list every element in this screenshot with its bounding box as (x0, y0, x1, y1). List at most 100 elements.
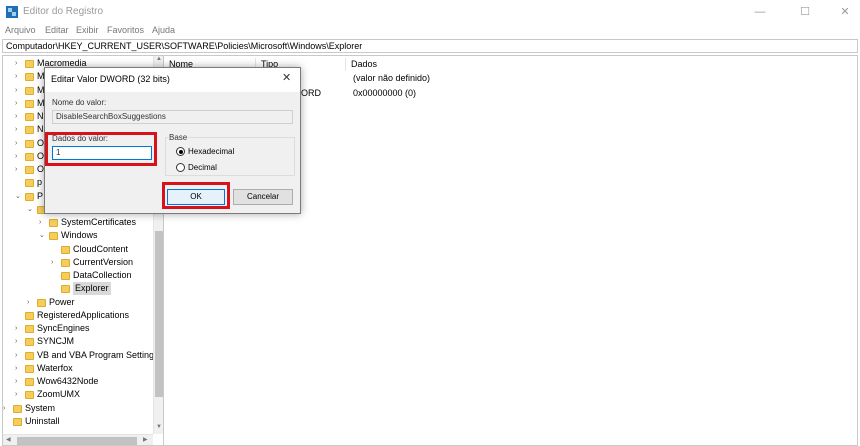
tree-node-label: CurrentVersion (73, 256, 134, 267)
close-window-button[interactable]: ✕ (825, 0, 860, 24)
folder-icon (25, 166, 34, 174)
tree-node-label: O (37, 137, 45, 148)
chevron-right-icon[interactable]: › (15, 335, 23, 348)
chevron-right-icon[interactable]: › (27, 296, 35, 309)
folder-icon (25, 73, 34, 82)
tree-node[interactable]: CloudContent (3, 243, 153, 256)
dialog-body: Nome do valor: DisableSearchBoxSuggestio… (45, 92, 300, 213)
tree-node[interactable]: › SYNCJM (3, 335, 153, 348)
menu-bar: Arquivo Editar Exibir Favoritos Ajuda (0, 24, 860, 38)
tree-node[interactable]: RegisteredApplications (3, 309, 153, 322)
menu-exibir[interactable]: Exibir (76, 25, 99, 35)
chevron-right-icon[interactable]: › (51, 256, 59, 269)
menu-arquivo[interactable]: Arquivo (5, 25, 36, 35)
tree-node[interactable]: ⌄ Windows (3, 229, 153, 242)
chevron-right-icon[interactable] (51, 243, 59, 256)
chevron-right-icon[interactable]: › (15, 97, 23, 110)
tree-node[interactable]: Uninstall (3, 415, 153, 428)
chevron-right-icon[interactable] (15, 309, 23, 322)
chevron-right-icon[interactable]: › (15, 110, 23, 123)
radio-checked-icon[interactable] (176, 147, 185, 156)
folder-icon (25, 113, 34, 121)
menu-favoritos[interactable]: Favoritos (107, 25, 144, 35)
tree-node-label: SYNCJM (37, 336, 75, 347)
folder-icon (49, 219, 58, 227)
tree-node[interactable]: › VB and VBA Program Settings (3, 349, 159, 362)
folder-icon (13, 404, 22, 413)
chevron-down-icon[interactable]: ⌄ (27, 203, 35, 216)
ok-button[interactable]: OK (167, 189, 225, 205)
value-data-field[interactable]: 1 (52, 146, 152, 160)
chevron-right-icon[interactable]: › (15, 388, 23, 401)
folder-icon (25, 391, 34, 400)
hexadecimal-label: Hexadecimal (188, 147, 235, 156)
chevron-right-icon[interactable]: › (15, 375, 23, 388)
value-name-field[interactable]: DisableSearchBoxSuggestions (52, 110, 293, 124)
folder-icon (61, 245, 70, 254)
folder-icon (25, 325, 34, 333)
chevron-right-icon[interactable]: › (15, 137, 23, 150)
chevron-right-icon[interactable]: › (15, 349, 23, 362)
tree-node-label: ZoomUMX (37, 389, 81, 400)
chevron-right-icon[interactable]: › (15, 70, 23, 83)
cancel-button[interactable]: Cancelar (233, 189, 293, 205)
tree-node[interactable]: › ZoomUMX (3, 388, 153, 401)
menu-editar[interactable]: Editar (45, 25, 69, 35)
chevron-right-icon[interactable]: › (15, 322, 23, 335)
menu-ajuda[interactable]: Ajuda (152, 25, 175, 35)
scroll-up-arrow-icon[interactable]: ▲ (154, 56, 163, 66)
tree-node-label: Windows (61, 230, 98, 241)
tree-vertical-scroll-thumb[interactable] (155, 231, 163, 397)
chevron-right-icon[interactable]: › (39, 216, 47, 229)
tree-node[interactable]: › Waterfox (3, 362, 153, 375)
tree-node[interactable]: › Wow6432Node (3, 375, 153, 388)
chevron-right-icon[interactable]: › (15, 362, 23, 375)
tree-node[interactable]: › Power (3, 296, 153, 309)
chevron-right-icon[interactable]: › (3, 402, 11, 415)
folder-icon (25, 192, 34, 201)
chevron-right-icon[interactable] (3, 415, 11, 428)
chevron-right-icon[interactable]: › (15, 150, 23, 163)
scroll-left-arrow-icon[interactable]: ◀ (6, 436, 11, 443)
folder-icon (13, 417, 22, 426)
scroll-down-arrow-icon[interactable]: ▼ (154, 424, 163, 434)
value-type-cell: ORD (301, 88, 321, 98)
maximize-button[interactable]: ☐ (785, 0, 825, 24)
tree-node-label: CloudContent (73, 243, 129, 254)
tree-node[interactable]: DataCollection (3, 269, 153, 282)
tree-horizontal-scroll-thumb[interactable] (17, 437, 137, 445)
chevron-right-icon[interactable]: › (15, 163, 23, 176)
folder-icon (25, 338, 34, 347)
tree-node-label: Power (49, 296, 75, 307)
chevron-right-icon[interactable] (51, 269, 59, 282)
chevron-right-icon[interactable]: › (15, 57, 23, 70)
folder-icon (25, 311, 34, 320)
tree-node[interactable]: › SyncEngines (3, 322, 153, 335)
tree-node[interactable]: › CurrentVersion (3, 256, 153, 269)
tree-node-label: Uninstall (25, 415, 60, 426)
minimize-button[interactable]: — (740, 0, 780, 24)
address-bar[interactable]: Computador\HKEY_CURRENT_USER\SOFTWARE\Po… (2, 39, 858, 53)
folder-icon (25, 86, 34, 95)
chevron-right-icon[interactable]: › (15, 84, 23, 97)
tree-node[interactable]: Explorer (3, 282, 153, 296)
edit-dword-dialog: Editar Valor DWORD (32 bits) ✕ Nome do v… (44, 67, 301, 214)
tree-node-label: System (25, 402, 56, 413)
tree-node-label: Wow6432Node (37, 376, 99, 386)
chevron-right-icon[interactable] (15, 176, 23, 189)
scroll-right-arrow-icon[interactable]: ▶ (143, 436, 148, 443)
folder-icon (25, 139, 34, 148)
folder-icon (25, 152, 34, 161)
tree-node[interactable]: › SystemCertificates (3, 216, 153, 229)
dialog-close-button[interactable]: ✕ (282, 71, 291, 84)
tree-node[interactable]: › System (3, 402, 153, 415)
column-header-dados[interactable]: Dados (346, 58, 646, 71)
chevron-down-icon[interactable]: ⌄ (15, 190, 23, 203)
chevron-down-icon[interactable]: ⌄ (39, 229, 47, 242)
tree-horizontal-scrollbar[interactable]: ◀ ▶ (3, 434, 153, 445)
value-data-label: Dados do valor: (52, 134, 109, 143)
chevron-right-icon[interactable]: › (15, 123, 23, 136)
window-title: Editor do Registro (23, 6, 104, 17)
radio-unchecked-icon[interactable] (176, 163, 185, 172)
chevron-right-icon[interactable] (51, 282, 59, 295)
